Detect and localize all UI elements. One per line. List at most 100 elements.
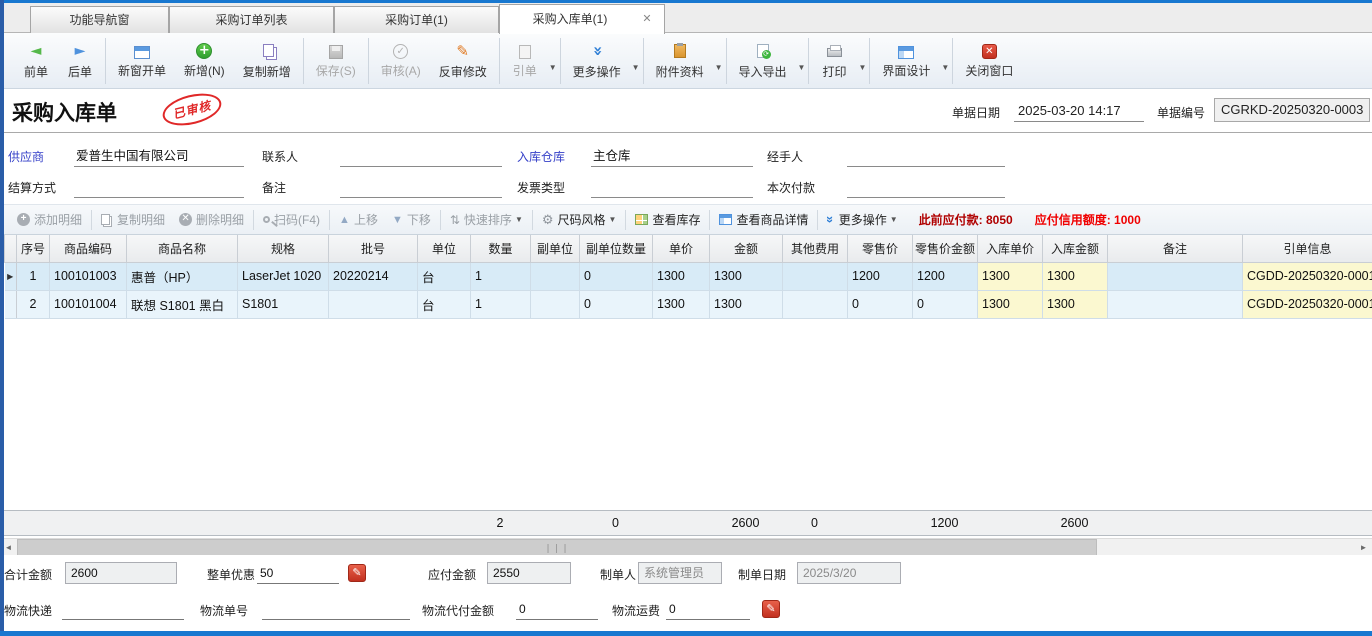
- btn-print[interactable]: 打印: [812, 36, 856, 86]
- table-cell[interactable]: 1300: [710, 262, 783, 290]
- invoice-type-input[interactable]: [591, 176, 753, 198]
- column-header[interactable]: 其他费用: [783, 235, 848, 262]
- table-cell[interactable]: 1300: [978, 290, 1043, 318]
- logistics-prepay-input[interactable]: 0: [516, 598, 598, 620]
- doc-date-input[interactable]: 2025-03-20 14:17: [1014, 100, 1144, 122]
- column-header[interactable]: 单位: [418, 235, 471, 262]
- logistics-fee-input[interactable]: 0: [666, 598, 750, 620]
- column-header[interactable]: 规格: [238, 235, 329, 262]
- warehouse-input[interactable]: 主仓库: [591, 145, 753, 167]
- btn-copy-new[interactable]: 复制新增: [234, 36, 300, 86]
- tab-purchase-order-list[interactable]: 采购订单列表: [169, 6, 334, 33]
- btn-view-stock[interactable]: 查看库存: [628, 208, 707, 232]
- table-cell[interactable]: 1300: [653, 262, 710, 290]
- table-cell[interactable]: [531, 262, 580, 290]
- tab-purchase-order[interactable]: 采购订单(1): [334, 6, 499, 33]
- column-header[interactable]: 零售价: [848, 235, 913, 262]
- table-cell[interactable]: 1300: [978, 262, 1043, 290]
- table-cell[interactable]: 1: [17, 262, 50, 290]
- table-cell[interactable]: [1108, 262, 1243, 290]
- btn-new[interactable]: +新增(N): [175, 36, 234, 86]
- logistics-express-input[interactable]: [62, 598, 184, 620]
- table-cell[interactable]: 1: [471, 290, 531, 318]
- table-cell[interactable]: 100101004: [50, 290, 127, 318]
- table-cell[interactable]: 1: [471, 262, 531, 290]
- column-header[interactable]: 入库单价: [978, 235, 1043, 262]
- dropdown-arrow-icon[interactable]: ▼: [609, 215, 617, 224]
- dropdown-arrow-icon[interactable]: ▼: [632, 49, 640, 72]
- column-header[interactable]: 商品名称: [127, 235, 238, 262]
- column-header[interactable]: 数量: [471, 235, 531, 262]
- column-header[interactable]: 备注: [1108, 235, 1243, 262]
- btn-prev-doc[interactable]: ◄前单: [14, 36, 58, 86]
- table-cell[interactable]: [329, 290, 418, 318]
- table-cell[interactable]: 1300: [1043, 262, 1108, 290]
- column-header[interactable]: 副单位: [531, 235, 580, 262]
- table-cell[interactable]: 2: [17, 290, 50, 318]
- table-cell[interactable]: 0: [580, 262, 653, 290]
- scroll-right-arrow-icon[interactable]: ►: [1355, 539, 1372, 556]
- tab-function-nav[interactable]: 功能导航窗: [30, 6, 169, 33]
- column-header[interactable]: 金额: [710, 235, 783, 262]
- table-cell[interactable]: 100101003: [50, 262, 127, 290]
- contact-input[interactable]: [340, 145, 502, 167]
- btn-new-window-doc[interactable]: 新窗开单: [109, 36, 175, 86]
- btn-close-window[interactable]: ✕关闭窗口: [956, 36, 1022, 86]
- table-cell[interactable]: 20220214: [329, 262, 418, 290]
- scrollbar-thumb[interactable]: ❘❘❘: [17, 539, 1097, 556]
- btn-view-product-detail[interactable]: 查看商品详情: [712, 208, 815, 232]
- row-selector[interactable]: [5, 290, 17, 318]
- column-header[interactable]: 引单信息: [1243, 235, 1372, 262]
- handler-input[interactable]: [847, 145, 1005, 167]
- table-cell[interactable]: [783, 290, 848, 318]
- settlement-input[interactable]: [74, 176, 244, 198]
- table-cell[interactable]: 0: [580, 290, 653, 318]
- discount-edit-button[interactable]: ✎: [348, 564, 366, 582]
- table-cell[interactable]: CGDD-20250320-0001: [1243, 262, 1372, 290]
- dropdown-arrow-icon[interactable]: ▼: [798, 49, 806, 72]
- dropdown-arrow-icon[interactable]: ▼: [549, 49, 557, 72]
- table-row[interactable]: 2 100101004 联想 S1801 黑白 S1801 台 1 0 1300…: [5, 290, 1372, 318]
- table-cell[interactable]: 台: [418, 290, 471, 318]
- column-header[interactable]: 批号: [329, 235, 418, 262]
- column-header[interactable]: 入库金额: [1043, 235, 1108, 262]
- dropdown-arrow-icon[interactable]: ▼: [858, 49, 866, 72]
- column-header[interactable]: 单价: [653, 235, 710, 262]
- remark-input[interactable]: [340, 176, 502, 198]
- column-header[interactable]: 副单位数量: [580, 235, 653, 262]
- table-cell[interactable]: 台: [418, 262, 471, 290]
- row-focus-arrow-icon[interactable]: ▶: [5, 262, 17, 290]
- column-header[interactable]: 序号: [17, 235, 50, 262]
- btn-more-actions[interactable]: »更多操作: [564, 36, 630, 86]
- tab-close-icon[interactable]: ✕: [640, 13, 654, 27]
- table-cell[interactable]: 惠普（HP）: [127, 262, 238, 290]
- dropdown-arrow-icon[interactable]: ▼: [890, 215, 898, 224]
- table-cell[interactable]: 联想 S1801 黑白: [127, 290, 238, 318]
- btn-unaudit-modify[interactable]: ✎反审修改: [430, 36, 496, 86]
- btn-more-ops[interactable]: »更多操作▼: [820, 208, 904, 232]
- table-cell[interactable]: [783, 262, 848, 290]
- btn-attachments[interactable]: 附件资料: [647, 36, 713, 86]
- logistics-fee-edit-button[interactable]: ✎: [762, 600, 780, 618]
- table-cell[interactable]: LaserJet 1020: [238, 262, 329, 290]
- horizontal-scrollbar[interactable]: ◄ ❘❘❘ ►: [0, 538, 1372, 555]
- table-cell[interactable]: 1300: [653, 290, 710, 318]
- table-cell[interactable]: [1108, 290, 1243, 318]
- tab-purchase-inbound[interactable]: 采购入库单(1) ✕: [499, 4, 665, 34]
- table-cell[interactable]: [531, 290, 580, 318]
- table-cell[interactable]: 1200: [848, 262, 913, 290]
- column-header[interactable]: 商品编码: [50, 235, 127, 262]
- table-cell[interactable]: 0: [913, 290, 978, 318]
- column-header[interactable]: 零售价金额: [913, 235, 978, 262]
- btn-size-style[interactable]: ⚙尺码风格▼: [535, 208, 624, 232]
- dropdown-arrow-icon[interactable]: ▼: [941, 49, 949, 72]
- table-cell[interactable]: 1300: [1043, 290, 1108, 318]
- table-cell[interactable]: 1300: [710, 290, 783, 318]
- payment-input[interactable]: [847, 176, 1005, 198]
- logistics-no-input[interactable]: [262, 598, 410, 620]
- btn-next-doc[interactable]: ►后单: [58, 36, 102, 86]
- btn-import-export[interactable]: 导入导出: [730, 36, 796, 86]
- btn-ui-design[interactable]: 界面设计: [873, 36, 939, 86]
- table-row[interactable]: ▶ 1 100101003 惠普（HP） LaserJet 1020 20220…: [5, 262, 1372, 290]
- supplier-input[interactable]: 爱普生中国有限公司: [74, 145, 244, 167]
